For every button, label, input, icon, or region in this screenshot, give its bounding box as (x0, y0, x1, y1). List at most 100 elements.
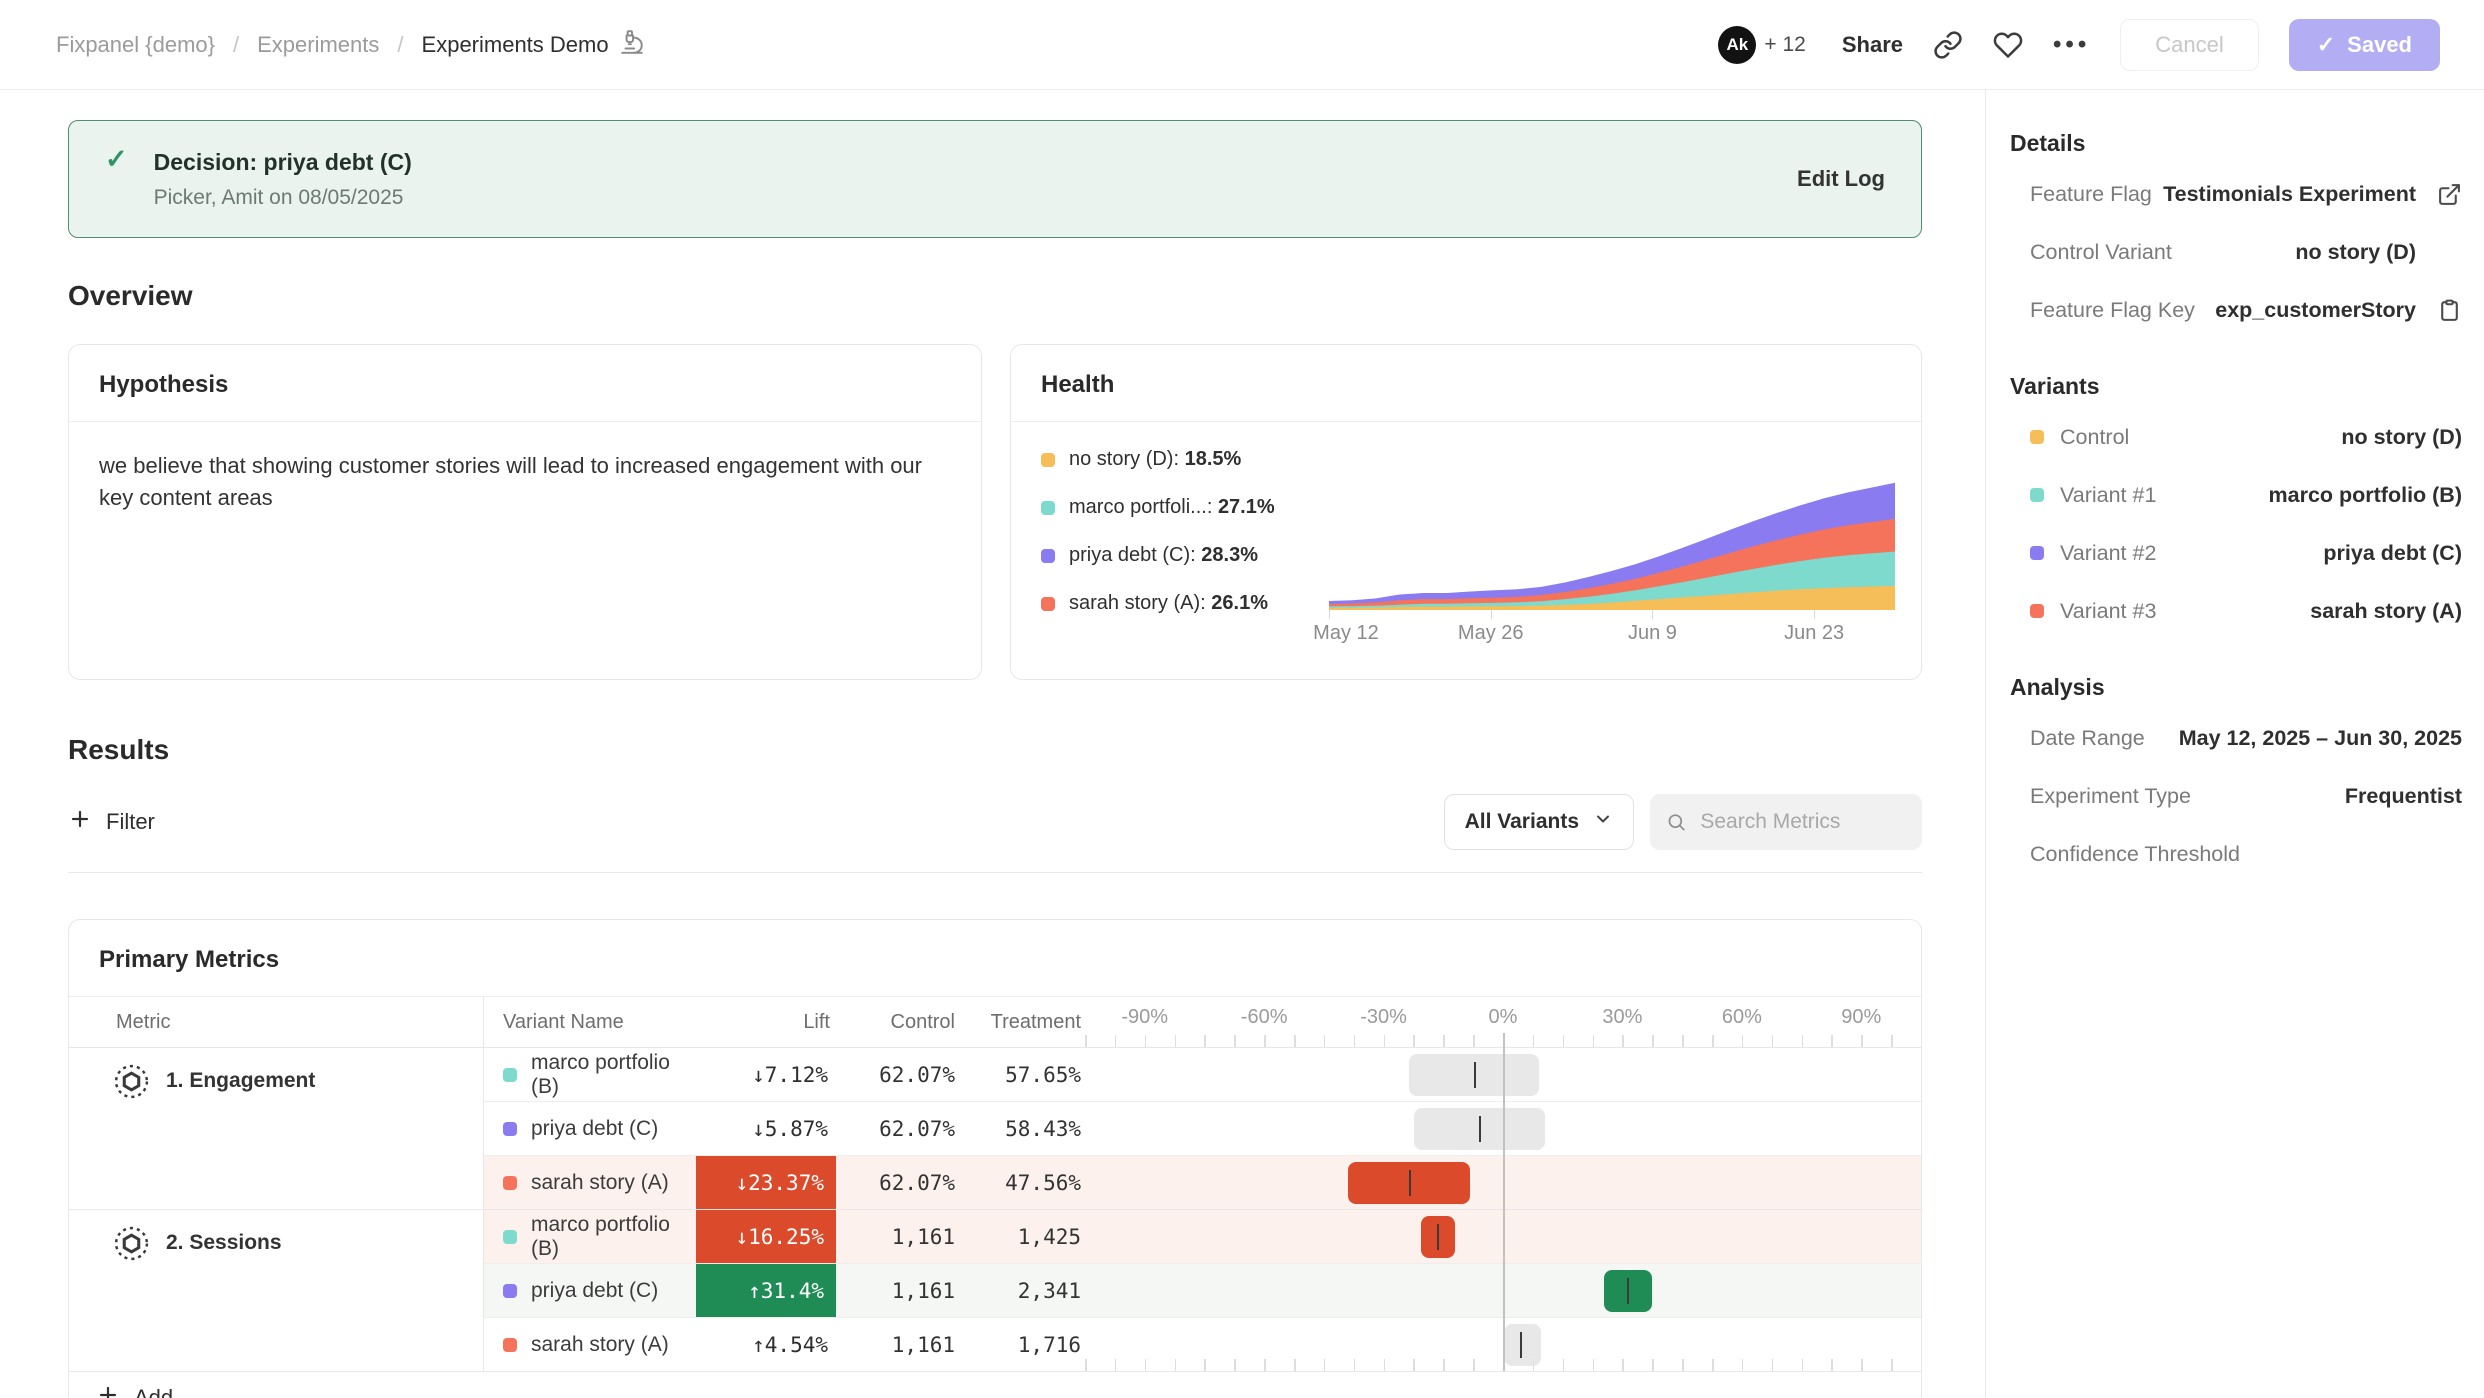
plus-icon (96, 1383, 120, 1398)
variant-cell: marco portfolio (B) (483, 1210, 696, 1263)
variant-color-swatch (2030, 546, 2044, 560)
sidebar-row-label: Date Range (2030, 726, 2145, 751)
external-link-icon[interactable] (2416, 182, 2462, 207)
ci-point-estimate (1520, 1332, 1522, 1358)
details-sidebar: DetailsFeature FlagTestimonials Experime… (1985, 90, 2484, 1398)
check-icon: ✓ (105, 145, 128, 175)
variant-color-swatch (1041, 597, 1055, 611)
health-legend-item[interactable]: no story (D): 18.5% (1041, 448, 1329, 471)
ci-axis-tick (1085, 1359, 1087, 1371)
results-toolbar: Filter All Variants (68, 794, 1922, 850)
ci-axis-tick (1234, 1359, 1236, 1371)
ci-axis-tick (1085, 1035, 1087, 1047)
col-control: Control (836, 1011, 955, 1034)
check-icon: ✓ (2317, 32, 2335, 58)
ci-axis-label: -30% (1360, 1006, 1407, 1029)
health-legend-label: sarah story (A): 26.1% (1069, 592, 1268, 615)
favorite-heart-icon[interactable] (1993, 30, 2023, 60)
sidebar-row-value: exp_customerStory (2215, 298, 2416, 323)
ci-axis-tick (1234, 1035, 1236, 1047)
experiment-page: Fixpanel {demo} / Experiments / Experime… (0, 0, 2484, 1398)
breadcrumb-project[interactable]: Fixpanel {demo} (56, 32, 215, 58)
sidebar-row-value: no story (D) (2341, 425, 2462, 450)
metric-cell: 1. Engagement (69, 1048, 483, 1209)
ci-axis-tick (1354, 1359, 1356, 1371)
copy-icon[interactable] (2416, 298, 2462, 323)
ci-axis-tick (1115, 1359, 1117, 1371)
sidebar-row-variant-3: Variant #3sarah story (A) (2006, 582, 2462, 640)
ci-axis-tick (1891, 1359, 1893, 1371)
ci-axis-label: -90% (1121, 1006, 1168, 1029)
search-metrics-box (1650, 794, 1922, 850)
health-x-label: Jun 23 (1784, 622, 1844, 645)
sidebar-row-feature-flag-key: Feature Flag Key exp_customerStory (2006, 281, 2462, 339)
metric-name: 1. Engagement (166, 1063, 315, 1093)
add-filter-button[interactable]: Filter (68, 807, 155, 837)
ci-axis-tick (1294, 1035, 1296, 1047)
sidebar-row-confidence-threshold: Confidence Threshold (2006, 825, 2462, 883)
ci-axis-tick (1712, 1035, 1714, 1047)
table-row[interactable]: priya debt (C)↑31.4%1,1612,341 (483, 1263, 1921, 1317)
table-row[interactable]: sarah story (A)↓23.37%62.07%47.56% (483, 1155, 1921, 1209)
health-legend-label: priya debt (C): 28.3% (1069, 544, 1258, 567)
ci-axis-tick (1145, 1035, 1147, 1047)
breadcrumb-experiments[interactable]: Experiments (257, 32, 379, 58)
sidebar-row-label: Experiment Type (2030, 784, 2191, 809)
collaborator-count[interactable]: + 12 (1764, 33, 1805, 57)
health-legend-item[interactable]: sarah story (A): 26.1% (1041, 592, 1329, 615)
metric-goal-icon (113, 1225, 150, 1267)
saved-button[interactable]: ✓ Saved (2289, 19, 2440, 71)
ci-axis-tick (1682, 1359, 1684, 1371)
metric-rows: marco portfolio (B)↓7.12%62.07%57.65%pri… (483, 1048, 1921, 1209)
metric-rows: marco portfolio (B)↓16.25%1,1611,425priy… (483, 1210, 1921, 1371)
health-legend-item[interactable]: priya debt (C): 28.3% (1041, 544, 1329, 567)
sidebar-row-label: Feature Flag Key (2030, 298, 2195, 323)
decision-banner: ✓ Decision: priya debt (C) Picker, Amit … (68, 120, 1922, 238)
col-variant-name: Variant Name (483, 1011, 696, 1034)
ci-axis-tick (1175, 1359, 1177, 1371)
avatar[interactable]: Ak (1718, 26, 1756, 64)
control-value: 1,161 (836, 1264, 955, 1317)
sidebar-section-variants: VariantsControlno story (D)Variant #1mar… (2006, 373, 2462, 640)
variant-filter-dropdown[interactable]: All Variants (1444, 794, 1634, 850)
sidebar-row-experiment-type: Experiment TypeFrequentist (2006, 767, 2462, 825)
control-value: 62.07% (836, 1156, 955, 1209)
ci-axis-tick (1593, 1359, 1595, 1371)
health-legend-item[interactable]: marco portfoli...: 27.1% (1041, 496, 1329, 519)
decision-subtitle: Picker, Amit on 08/05/2025 (154, 186, 412, 210)
copy-link-icon[interactable] (1933, 30, 1963, 60)
cancel-button[interactable]: Cancel (2120, 19, 2258, 71)
ci-axis-tick (1204, 1035, 1206, 1047)
edit-log-button[interactable]: Edit Log (1797, 166, 1885, 192)
table-row[interactable]: priya debt (C)↓5.87%62.07%58.43% (483, 1101, 1921, 1155)
more-menu-button[interactable]: ••• (2053, 31, 2090, 59)
col-lift: Lift (696, 1011, 836, 1034)
ci-axis-tick (1354, 1035, 1356, 1047)
breadcrumb: Fixpanel {demo} / Experiments / Experime… (56, 29, 645, 61)
metric-group: 1. Engagement marco portfolio (B)↓7.12%62… (69, 1047, 1921, 1209)
add-metric-button[interactable]: Add (69, 1371, 1921, 1398)
metric-name: 2. Sessions (166, 1225, 282, 1255)
variant-cell: marco portfolio (B) (483, 1048, 696, 1101)
variant-color-swatch (1041, 453, 1055, 467)
ci-axis-tick (1115, 1035, 1117, 1047)
sidebar-row-value: marco portfolio (B) (2269, 483, 2463, 508)
ci-axis-tick (1891, 1035, 1893, 1047)
ci-axis-label: -60% (1241, 1006, 1288, 1029)
sidebar-row-label: Variant #3 (2030, 599, 2156, 624)
ci-axis-tick (1473, 1359, 1475, 1371)
sidebar-row-variant-1: Variant #1marco portfolio (B) (2006, 466, 2462, 524)
search-metrics-input[interactable] (1698, 809, 1906, 835)
share-button[interactable]: Share (1842, 32, 1903, 58)
ci-axis-tick (1861, 1035, 1863, 1047)
ci-point-estimate (1474, 1062, 1476, 1088)
ci-axis-tick (1145, 1359, 1147, 1371)
table-row[interactable]: marco portfolio (B)↓16.25%1,1611,425 (483, 1210, 1921, 1263)
treatment-value: 1,716 (955, 1318, 1085, 1371)
table-row[interactable]: marco portfolio (B)↓7.12%62.07%57.65% (483, 1048, 1921, 1101)
variant-color-swatch (503, 1284, 517, 1298)
variant-color-swatch (2030, 430, 2044, 444)
sidebar-row-label: Control Variant (2030, 240, 2172, 265)
ci-point-estimate (1627, 1278, 1629, 1304)
lift-value: ↓16.25% (696, 1210, 836, 1263)
